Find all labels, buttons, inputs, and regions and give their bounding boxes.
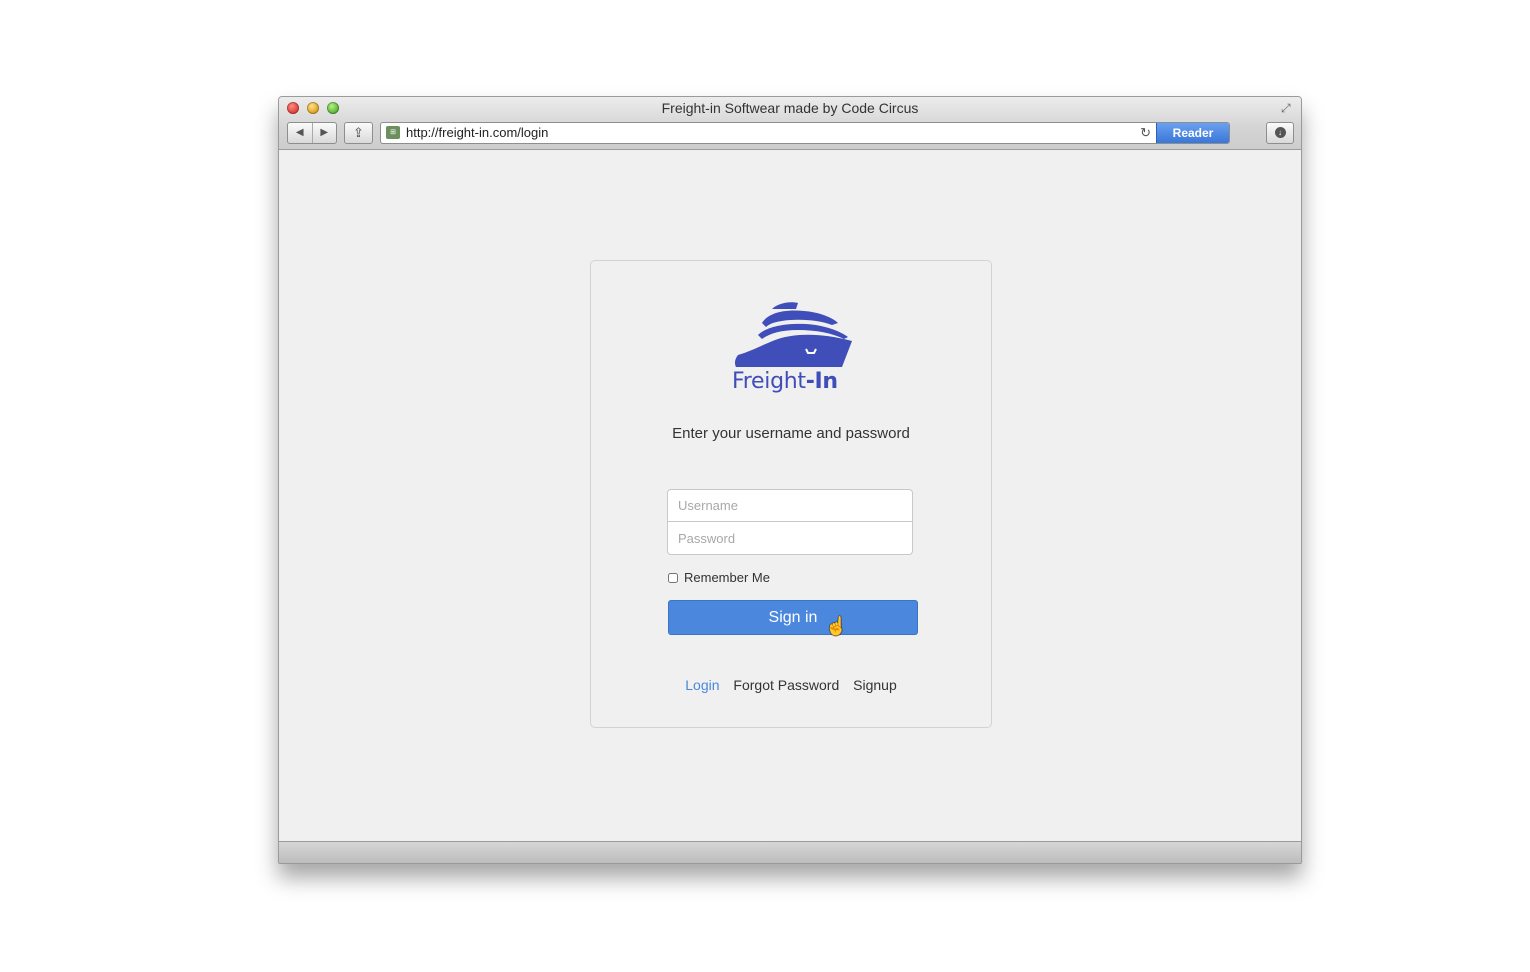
auth-links: Login Forgot Password Signup bbox=[591, 677, 991, 693]
share-button[interactable]: ⇪ bbox=[344, 122, 373, 144]
forgot-password-link[interactable]: Forgot Password bbox=[733, 677, 839, 693]
share-icon: ⇪ bbox=[353, 125, 364, 140]
forward-icon[interactable]: ▶ bbox=[313, 123, 337, 143]
download-icon: ↓ bbox=[1274, 127, 1286, 139]
downloads-button[interactable]: ↓ bbox=[1266, 122, 1294, 144]
reader-button[interactable]: Reader bbox=[1156, 123, 1229, 143]
ship-icon bbox=[734, 302, 852, 367]
status-bar bbox=[279, 841, 1301, 863]
site-icon: ⊞ bbox=[386, 126, 400, 139]
page-content: Freight-In Enter your username and passw… bbox=[279, 150, 1301, 842]
freight-in-logo: Freight-In bbox=[732, 299, 852, 399]
address-bar[interactable]: ⊞ http://freight-in.com/login ↻ Reader bbox=[380, 122, 1230, 144]
back-forward-group: ◀ ▶ bbox=[287, 122, 337, 144]
title-bar: Freight-in Softwear made by Code Circus … bbox=[279, 97, 1301, 150]
remember-me-checkbox[interactable] bbox=[668, 572, 678, 583]
login-prompt: Enter your username and password bbox=[672, 425, 910, 442]
url-text[interactable]: http://freight-in.com/login bbox=[406, 125, 548, 140]
reload-icon[interactable]: ↻ bbox=[1140, 125, 1151, 141]
window-title: Freight-in Softwear made by Code Circus bbox=[661, 100, 919, 116]
logo-wordmark: Freight-In bbox=[732, 369, 852, 394]
signup-link[interactable]: Signup bbox=[853, 677, 897, 693]
sign-in-button[interactable]: Sign in ☝ bbox=[668, 600, 918, 635]
logo-text-light: Freight bbox=[732, 369, 806, 394]
fullscreen-icon[interactable]: ⤢ bbox=[1281, 101, 1295, 115]
remember-me-label: Remember Me bbox=[684, 570, 770, 585]
remember-me[interactable]: Remember Me bbox=[668, 570, 770, 585]
login-card: Freight-In Enter your username and passw… bbox=[590, 260, 992, 728]
login-link[interactable]: Login bbox=[685, 677, 719, 693]
hand-cursor-icon: ☝ bbox=[825, 616, 848, 636]
username-input[interactable] bbox=[667, 489, 913, 522]
browser-window: Freight-in Softwear made by Code Circus … bbox=[278, 96, 1302, 864]
logo-text-bold: -In bbox=[805, 369, 838, 394]
sign-in-label: Sign in bbox=[768, 609, 818, 626]
back-icon[interactable]: ◀ bbox=[288, 123, 313, 143]
password-input[interactable] bbox=[667, 522, 913, 555]
